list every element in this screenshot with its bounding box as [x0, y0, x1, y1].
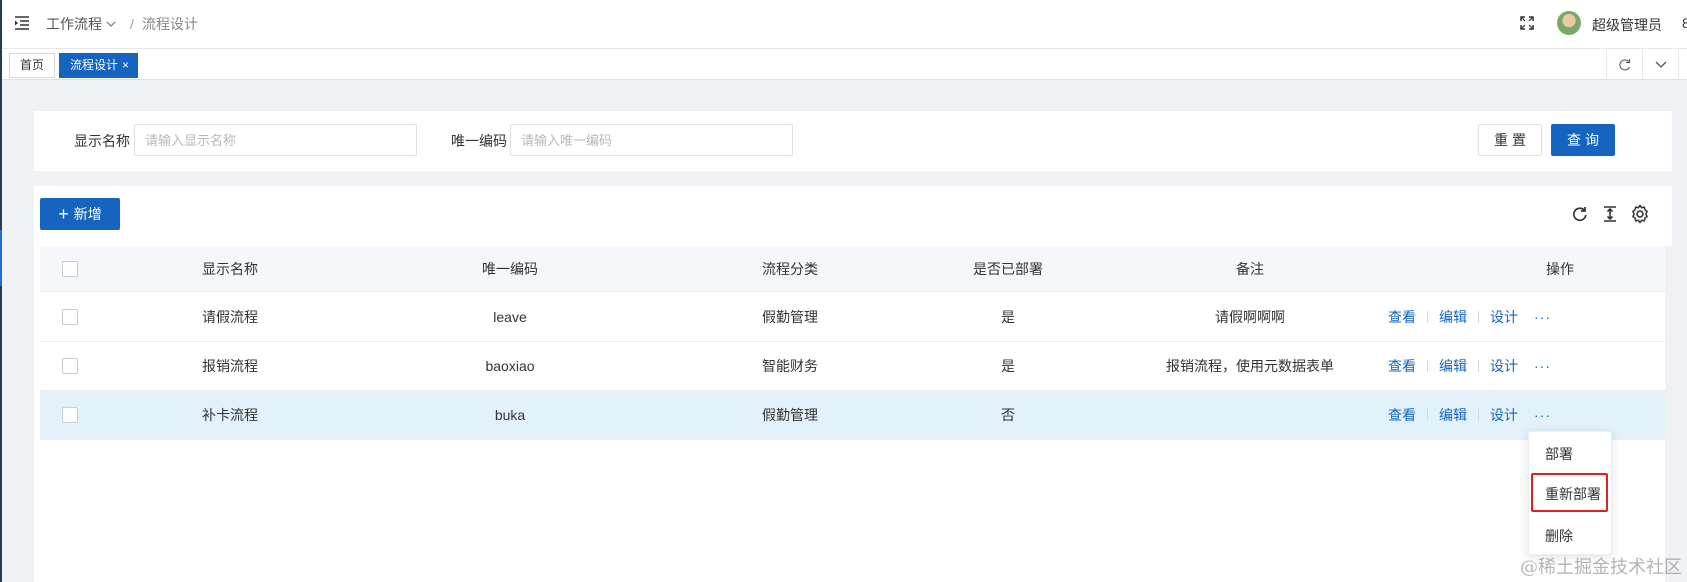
cell-note	[1120, 391, 1380, 439]
header-overflow-text: 8	[1682, 15, 1687, 31]
cell-code: baoxiao	[485, 358, 535, 374]
fullscreen-icon[interactable]	[1520, 16, 1534, 30]
column-header-actions: 操作	[1546, 260, 1574, 277]
cell-name: 请假流程	[202, 309, 258, 325]
action-divider	[1478, 409, 1479, 421]
action-divider	[1427, 360, 1428, 372]
close-icon[interactable]: ×	[122, 58, 129, 72]
breadcrumb: 工作流程 / 流程设计	[46, 14, 198, 34]
cell-deployed: 否	[1001, 407, 1015, 423]
sidebar-edge	[0, 0, 2, 582]
action-divider	[1427, 409, 1428, 421]
name-label: 显示名称	[74, 133, 130, 149]
table-row[interactable]: 请假流程 leave 假勤管理 是 请假啊啊啊 查看 编辑 设计 ···	[40, 293, 1665, 342]
menu-item-delete[interactable]: 删除	[1545, 526, 1573, 546]
more-actions-icon[interactable]: ···	[1534, 358, 1551, 374]
add-button-label: 新增	[73, 206, 102, 222]
refresh-icon	[1619, 59, 1631, 71]
cell-deployed: 是	[1001, 358, 1015, 374]
cell-code: buka	[494, 407, 526, 423]
name-search-input[interactable]	[134, 124, 417, 156]
more-actions-icon[interactable]: ···	[1534, 407, 1551, 423]
cell-note: 请假啊啊啊	[1215, 309, 1285, 325]
tab-menu-button[interactable]	[1642, 49, 1678, 81]
table-row[interactable]: 报销流程 baoxiao 智能财务 是 报销流程，使用元数据表单 查看 编辑 设…	[40, 342, 1665, 391]
column-header-category: 流程分类	[762, 260, 818, 277]
refresh-icon[interactable]	[1570, 204, 1590, 224]
view-link[interactable]: 查看	[1388, 307, 1416, 327]
plus-icon: +	[58, 204, 69, 224]
row-checkbox[interactable]	[62, 407, 78, 423]
cell-note: 报销流程，使用元数据表单	[1166, 358, 1334, 374]
design-link[interactable]: 设计	[1490, 356, 1518, 376]
edit-link[interactable]: 编辑	[1439, 405, 1467, 425]
cell-name: 报销流程	[202, 358, 258, 374]
tab-home-label: 首页	[20, 58, 45, 72]
design-link[interactable]: 设计	[1490, 405, 1518, 425]
cell-category: 假勤管理	[762, 407, 818, 423]
watermark: @稀土掘金技术社区	[1520, 557, 1682, 578]
select-all-checkbox[interactable]	[62, 261, 78, 277]
tab-process-design[interactable]: 流程设计 ×	[59, 53, 139, 78]
table-scrollbar[interactable]	[1665, 246, 1672, 582]
cell-name: 补卡流程	[202, 407, 258, 423]
avatar[interactable]	[1557, 11, 1581, 35]
breadcrumb-separator: /	[130, 16, 134, 32]
breadcrumb-parent[interactable]: 工作流程	[46, 14, 102, 34]
more-actions-icon[interactable]: ···	[1534, 309, 1551, 325]
view-link[interactable]: 查看	[1388, 356, 1416, 376]
cell-code: leave	[493, 309, 527, 325]
tab-active-label: 流程设计	[70, 58, 119, 72]
sidebar-active-indicator	[0, 230, 2, 286]
view-link[interactable]: 查看	[1388, 405, 1416, 425]
column-header-deployed: 是否已部署	[973, 260, 1043, 277]
column-header-name: 显示名称	[202, 260, 258, 277]
cell-category: 智能财务	[762, 358, 818, 374]
cell-deployed: 是	[1001, 309, 1015, 325]
cell-category: 假勤管理	[762, 309, 818, 325]
chevron-down-icon	[1655, 61, 1667, 68]
edit-link[interactable]: 编辑	[1439, 356, 1467, 376]
query-button[interactable]: 查询	[1551, 124, 1615, 156]
code-search-input[interactable]	[510, 124, 793, 156]
breadcrumb-current: 流程设计	[141, 16, 198, 32]
tab-home[interactable]: 首页	[9, 53, 56, 78]
annotation-highlight-box	[1531, 473, 1608, 512]
column-header-note: 备注	[1236, 260, 1264, 277]
tabs-bar: 首页 流程设计 ×	[2, 48, 1687, 81]
tab-refresh-button[interactable]	[1606, 49, 1642, 81]
menu-fold-icon[interactable]	[14, 15, 30, 31]
table-row[interactable]: 补卡流程 buka 假勤管理 否 查看 编辑 设计 ···	[40, 391, 1665, 440]
column-height-icon[interactable]	[1600, 204, 1620, 224]
action-divider	[1478, 311, 1479, 323]
reset-button[interactable]: 重置	[1478, 124, 1542, 156]
code-label: 唯一编码	[451, 133, 507, 149]
edit-link[interactable]: 编辑	[1439, 307, 1467, 327]
username[interactable]: 超级管理员	[1592, 15, 1662, 35]
gear-icon[interactable]	[1630, 204, 1650, 224]
menu-item-deploy[interactable]: 部署	[1545, 444, 1573, 464]
row-actions: 查看 编辑 设计 ···	[1388, 293, 1551, 341]
chevron-down-icon[interactable]	[106, 16, 116, 32]
row-checkbox[interactable]	[62, 309, 78, 325]
top-header: 工作流程 / 流程设计 超级管理员 8	[2, 0, 1687, 48]
tab-extra-button[interactable]	[1678, 49, 1687, 81]
row-actions: 查看 编辑 设计 ···	[1388, 391, 1551, 439]
action-divider	[1478, 360, 1479, 372]
table-panel: + 新增 显示名称 唯一编码 流程分类 是否已部署 备注 操作 请假流程 lea…	[34, 186, 1672, 582]
add-button[interactable]: + 新增	[40, 198, 120, 230]
column-header-code: 唯一编码	[482, 260, 538, 277]
table-header: 显示名称 唯一编码 流程分类 是否已部署 备注 操作	[40, 246, 1665, 292]
action-divider	[1427, 311, 1428, 323]
row-checkbox[interactable]	[62, 358, 78, 374]
design-link[interactable]: 设计	[1490, 307, 1518, 327]
search-panel: 显示名称 唯一编码 重置 查询	[34, 111, 1672, 171]
row-actions: 查看 编辑 设计 ···	[1388, 342, 1551, 390]
